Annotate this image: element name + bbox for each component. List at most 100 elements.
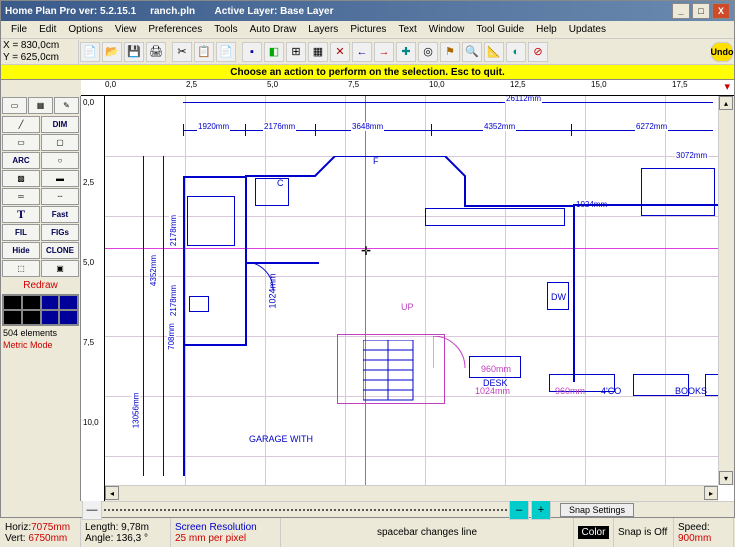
dim-4352: 4352mm — [483, 122, 516, 131]
redraw-button[interactable]: Redraw — [1, 278, 80, 293]
scrollbar-horizontal[interactable]: ◂ ▸ — [105, 485, 718, 501]
tool-a-icon[interactable]: ▪ — [242, 42, 262, 62]
scroll-down-icon[interactable]: ▾ — [719, 471, 733, 485]
paint-icon[interactable]: ◐ — [506, 42, 526, 62]
label-books: BOOKS — [675, 386, 707, 396]
statusbar: Horiz:7075mm Vert: 6750mm Length: 9,78m … — [1, 517, 734, 547]
swatch-black[interactable] — [3, 295, 22, 310]
dim-6272: 6272mm — [635, 122, 668, 131]
target-icon[interactable]: ◎ — [418, 42, 438, 62]
measure-icon[interactable]: 📐 — [484, 42, 504, 62]
find-icon[interactable]: 🔍 — [462, 42, 482, 62]
tool-dots-icon[interactable]: ┄ — [41, 188, 79, 205]
noentry-icon[interactable]: ⊘ — [528, 42, 548, 62]
label-1024: 1024mm — [475, 386, 510, 396]
menu-file[interactable]: File — [5, 22, 33, 37]
linestyle-bar: — – + Snap Settings — [81, 501, 734, 517]
open-icon[interactable]: 📂 — [102, 42, 122, 62]
tool-hatch-icon[interactable]: ▩ — [2, 170, 40, 187]
tool-figs[interactable]: FIGs — [41, 224, 79, 241]
menu-text[interactable]: Text — [392, 22, 422, 37]
tool-dim[interactable]: DIM — [41, 116, 79, 133]
tool-e-icon[interactable]: ✕ — [330, 42, 350, 62]
menu-pictures[interactable]: Pictures — [344, 22, 392, 37]
tool-c-icon[interactable]: ⊞ — [286, 42, 306, 62]
tool-d-icon[interactable]: ▦ — [308, 42, 328, 62]
menu-updates[interactable]: Updates — [563, 22, 612, 37]
tool-misc1-icon[interactable]: ⬚ — [2, 260, 40, 277]
cross-icon[interactable]: ✚ — [396, 42, 416, 62]
swatch-black4[interactable] — [22, 310, 41, 325]
label-up: UP — [401, 302, 414, 312]
dim-3072: 3072mm — [675, 151, 708, 160]
menu-help[interactable]: Help — [530, 22, 563, 37]
ruler-horizontal: 0,0 2,5 5,0 7,5 10,0 12,5 15,0 17,5 ▾ — [81, 80, 734, 96]
arrow-left-icon[interactable]: ← — [352, 42, 372, 62]
tool-brush-icon[interactable]: ✎ — [54, 97, 79, 114]
title-text: Home Plan Pro ver: 5.2.15.1 ranch.pln Ac… — [5, 6, 672, 17]
tool-arc[interactable]: ARC — [2, 152, 40, 169]
cut-icon[interactable]: ✂ — [172, 42, 192, 62]
tool-select-icon[interactable]: ▭ — [2, 97, 27, 114]
paste-icon[interactable]: 📄 — [216, 42, 236, 62]
minimize-button[interactable]: _ — [672, 3, 690, 19]
menu-layers[interactable]: Layers — [302, 22, 344, 37]
menu-preferences[interactable]: Preferences — [142, 22, 208, 37]
swatch-black3[interactable] — [3, 310, 22, 325]
snap-settings-button[interactable]: Snap Settings — [560, 503, 634, 517]
tool-b-icon[interactable]: ◧ — [264, 42, 284, 62]
tool-rect2-icon[interactable]: ▢ — [41, 134, 79, 151]
tool-fil[interactable]: FIL — [2, 224, 40, 241]
copy-icon[interactable]: 📋 — [194, 42, 214, 62]
menu-tools[interactable]: Tools — [208, 22, 243, 37]
tool-circle-icon[interactable]: ○ — [41, 152, 79, 169]
drawing-canvas[interactable]: 26112mm 1920mm 2176mm 3648mm 4352mm 6272… — [105, 96, 718, 485]
tool-clone[interactable]: CLONE — [41, 242, 79, 259]
tool-fast[interactable]: Fast — [41, 206, 79, 223]
menu-edit[interactable]: Edit — [33, 22, 62, 37]
print-icon[interactable]: 🖨 — [146, 42, 166, 62]
linestyle-1[interactable]: — — [82, 500, 102, 520]
dim-left-2178b: 2178mm — [169, 284, 178, 317]
scrollbar-vertical[interactable]: ▴ ▾ — [718, 96, 734, 485]
flag-icon[interactable]: ⚑ — [440, 42, 460, 62]
save-icon[interactable]: 💾 — [124, 42, 144, 62]
menu-options[interactable]: Options — [62, 22, 108, 37]
tool-misc2-icon[interactable]: ▣ — [41, 260, 79, 277]
tool-seg-icon[interactable]: ═ — [2, 188, 40, 205]
swatch-blue2[interactable] — [59, 295, 78, 310]
menu-view[interactable]: View — [109, 22, 143, 37]
tool-wall-icon[interactable]: ▬ — [41, 170, 79, 187]
swatch-blue[interactable] — [41, 295, 60, 310]
color-swatches[interactable] — [2, 294, 79, 326]
canvas-area: 0,0 2,5 5,0 7,5 10,0 26112mm 1920mm 2176… — [81, 96, 734, 501]
menu-autodraw[interactable]: Auto Draw — [244, 22, 303, 37]
tool-text[interactable]: T — [2, 206, 40, 223]
status-hint: spacebar changes line — [281, 518, 574, 547]
undo-button[interactable]: Undo — [711, 42, 733, 62]
swatch-blue3[interactable] — [41, 310, 60, 325]
swatch-blue4[interactable] — [59, 310, 78, 325]
tool-palette: ▭ ▦ ✎ ╱ DIM ▭ ▢ ARC ○ ▩ ▬ ═ ┄ T Fast FIL… — [1, 96, 81, 501]
swatch-black2[interactable] — [22, 295, 41, 310]
maximize-button[interactable]: □ — [692, 3, 710, 19]
tool-grid-icon[interactable]: ▦ — [28, 97, 53, 114]
snap-plus[interactable]: + — [531, 500, 551, 520]
tool-hide[interactable]: Hide — [2, 242, 40, 259]
menu-window[interactable]: Window — [423, 22, 471, 37]
new-icon[interactable]: 📄 — [80, 42, 100, 62]
menu-toolguide[interactable]: Tool Guide — [470, 22, 530, 37]
tool-rect-icon[interactable]: ▭ — [2, 134, 40, 151]
scroll-left-icon[interactable]: ◂ — [105, 486, 119, 500]
status-length-angle: Length: 9,78m Angle: 136,3 ° — [81, 518, 171, 547]
close-button[interactable]: X — [712, 3, 730, 19]
tool-line-icon[interactable]: ╱ — [2, 116, 40, 133]
dim-total: 26112mm — [505, 96, 542, 103]
arrow-right-icon[interactable]: → — [374, 42, 394, 62]
scroll-up-icon[interactable]: ▴ — [719, 96, 733, 110]
dim-left-13056: 13056mm — [131, 392, 140, 430]
scroll-right-icon[interactable]: ▸ — [704, 486, 718, 500]
status-color[interactable]: Color — [574, 518, 614, 547]
snap-minus[interactable]: – — [509, 500, 529, 520]
ruler-vertical: 0,0 2,5 5,0 7,5 10,0 — [81, 96, 105, 501]
